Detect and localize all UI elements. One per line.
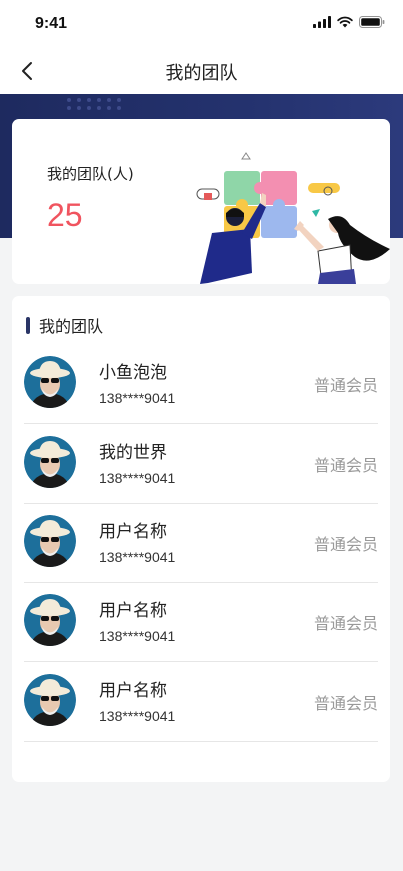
user-avatar-icon [24,356,76,408]
user-avatar-icon [24,594,76,646]
avatar [24,436,76,488]
status-time: 9:41 [35,15,68,32]
member-row[interactable]: 我的世界 138****9041 普通会员 [24,424,378,504]
member-level: 普通会员 [313,456,378,475]
member-level: 普通会员 [313,694,378,713]
member-name: 用户名称 [99,681,167,701]
teamwork-puzzle-illustration [196,152,390,284]
status-icons [313,16,385,28]
member-phone: 138****9041 [99,708,176,724]
team-count-value: 25 [47,197,83,233]
member-row[interactable]: 小鱼泡泡 138****9041 普通会员 [24,344,378,424]
member-row[interactable]: 用户名称 138****9041 普通会员 [24,503,378,583]
section-marker [26,316,30,334]
avatar [24,356,76,408]
user-avatar-icon [24,436,76,488]
user-avatar-icon [24,674,76,726]
member-level: 普通会员 [313,376,378,395]
page-title: 我的团队 [165,63,238,84]
avatar [24,515,76,567]
member-name: 我的世界 [99,443,167,463]
member-level: 普通会员 [313,614,378,633]
member-name: 用户名称 [99,601,167,621]
wifi-icon [337,16,353,28]
member-name: 用户名称 [99,522,167,542]
member-row[interactable]: 用户名称 138****9041 普通会员 [24,582,378,662]
member-phone: 138****9041 [99,628,176,644]
nav-bar: 我的团队 [0,48,403,94]
signal-icon [313,16,331,28]
dot-pattern-decoration [67,98,121,110]
member-phone: 138****9041 [99,390,176,406]
user-avatar-icon [24,515,76,567]
member-phone: 138****9041 [99,549,176,565]
avatar [24,594,76,646]
member-name: 小鱼泡泡 [99,363,167,383]
team-list-card: 我的团队 小鱼泡泡 138****9041 普通会员 我的世界 138****9… [12,296,390,782]
team-summary-card: 我的团队(人) 25 [12,119,390,284]
status-bar: 9:41 [0,0,403,48]
section-title: 我的团队 [39,317,104,336]
team-count-label: 我的团队(人) [47,165,134,183]
avatar [24,674,76,726]
member-phone: 138****9041 [99,470,176,486]
member-row[interactable]: 用户名称 138****9041 普通会员 [24,662,378,742]
section-header: 我的团队 [26,316,104,336]
member-level: 普通会员 [313,535,378,554]
battery-icon [359,16,385,28]
